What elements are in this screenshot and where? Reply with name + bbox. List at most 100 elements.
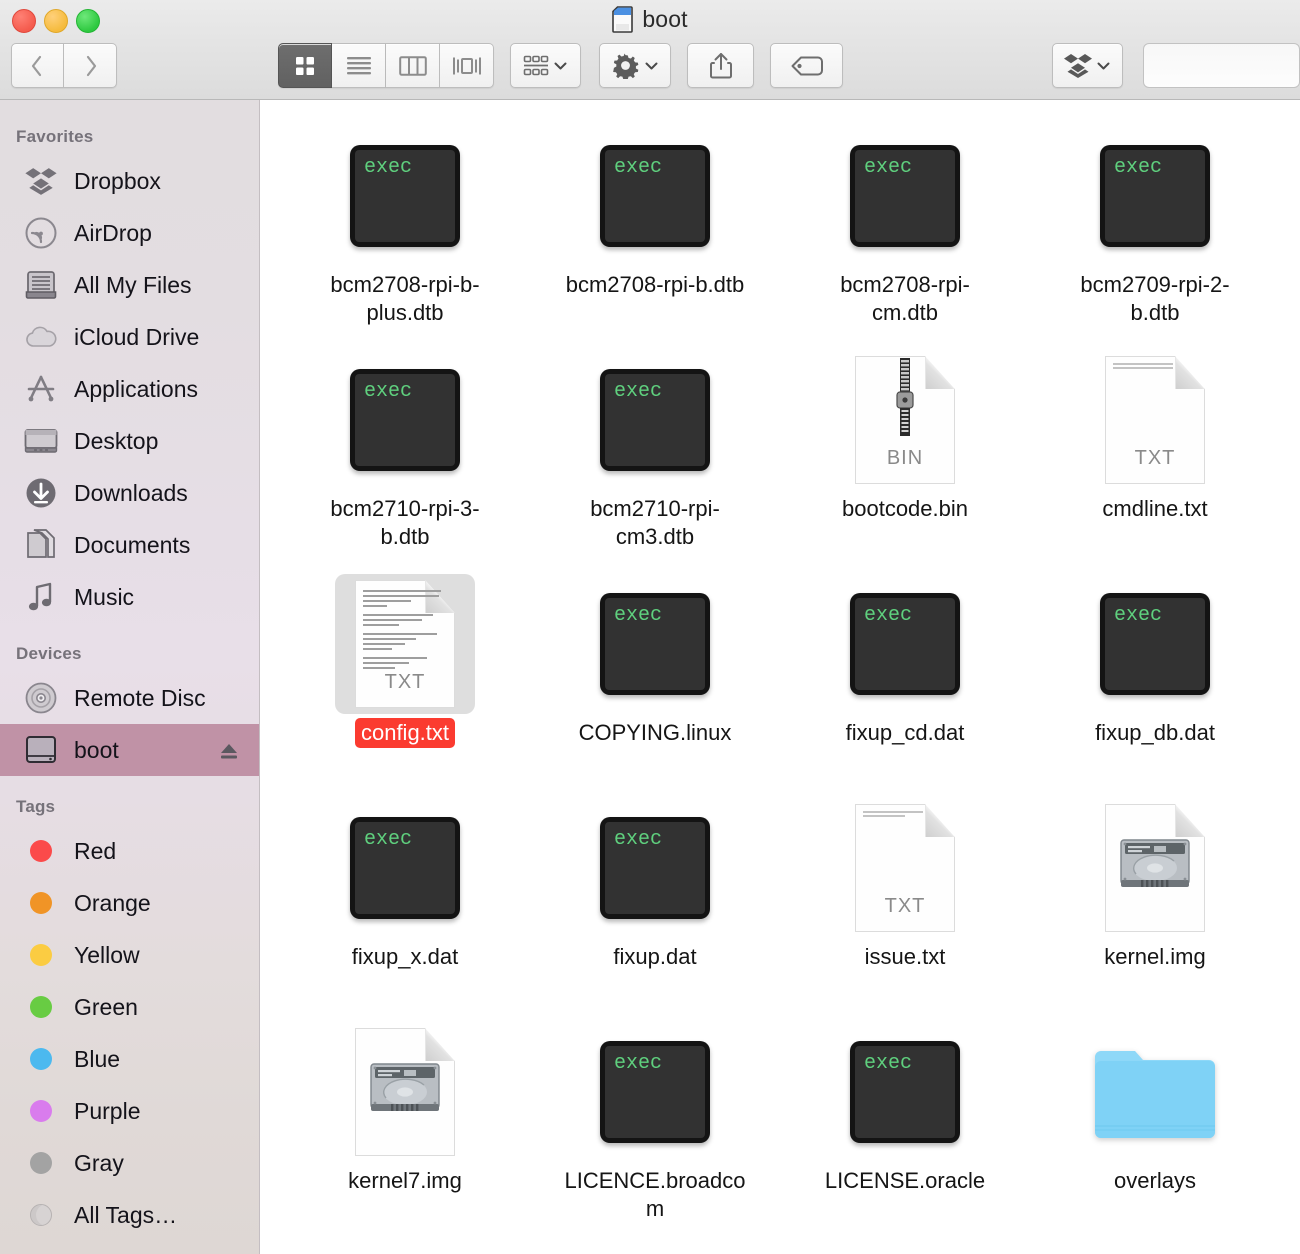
sidebar-section-favorites-title: Favorites [16,127,94,146]
sidebar-item-remote-disc[interactable]: Remote Disc [0,672,259,724]
exec-badge: exec [355,822,455,914]
file-item[interactable]: exec bcm2710-rpi-3-b.dtb [280,338,530,562]
exec-badge: exec [605,374,705,466]
documents-icon [24,528,58,562]
exec-badge: exec [355,150,455,242]
file-item[interactable]: BIN bootcode.bin [780,338,1030,562]
view-mode-column-button[interactable] [386,43,440,88]
view-mode-coverflow-button[interactable] [440,43,494,88]
exec-badge: exec [605,598,705,690]
file-item[interactable]: exec bcm2708-rpi-b.dtb [530,114,780,338]
sidebar-item-label: Remote Disc [74,684,206,711]
list-lines-icon [346,56,371,74]
disk-image-icon [355,1028,455,1156]
sidebar-item-label: Orange [74,889,151,916]
exec-icon: exec [600,145,710,247]
sidebar-item-boot[interactable]: boot [0,724,259,776]
file-item[interactable]: exec fixup_x.dat [280,786,530,1010]
exec-badge: exec [1105,598,1205,690]
window-title-text: boot [642,5,688,32]
search-input[interactable] [1142,43,1300,88]
file-name: LICENCE.broadcom [564,1168,746,1222]
sidebar-item-tag-gray[interactable]: Gray [0,1137,259,1189]
share-button[interactable] [687,43,755,88]
file-icon-wrap: exec [835,574,975,714]
file-item[interactable]: exec bcm2710-rpi-cm3.dtb [530,338,780,562]
chevron-down-icon [645,62,658,69]
file-name: bootcode.bin [842,496,968,521]
file-name: bcm2708-rpi-b-plus.dtb [330,272,480,326]
file-item[interactable]: exec bcm2708-rpi-cm.dtb [780,114,1030,338]
sidebar-item-label: Purple [74,1097,141,1124]
view-mode-icon-button[interactable] [278,43,332,88]
file-item[interactable]: overlays [1030,1010,1280,1234]
sidebar-item-tag-blue[interactable]: Blue [0,1033,259,1085]
sidebar-item-applications[interactable]: Applications [0,363,259,415]
sidebar-item-tag-yellow[interactable]: Yellow [0,929,259,981]
file-item[interactable]: exec fixup.dat [530,786,780,1010]
file-name: bcm2708-rpi-b.dtb [565,272,745,297]
file-name: bcm2708-rpi-cm.dtb [840,272,970,326]
file-item[interactable]: kernel7.img [280,1010,530,1234]
sidebar-item-icloud-drive[interactable]: iCloud Drive [0,311,259,363]
sidebar-item-all-tags[interactable]: All Tags… [0,1189,259,1241]
dropbox-icon [1064,53,1093,78]
sidebar-item-label: iCloud Drive [74,323,200,350]
file-grid-area[interactable]: exec bcm2708-rpi-b-plus.dtb exec bcm2708… [260,100,1300,1254]
sidebar-section-tags-title: Tags [16,797,56,816]
sidebar-item-tag-purple[interactable]: Purple [0,1085,259,1137]
sidebar-item-label: AirDrop [74,219,152,246]
sidebar-item-desktop[interactable]: Desktop [0,415,259,467]
sidebar-item-airdrop[interactable]: AirDrop [0,207,259,259]
edit-tags-button[interactable] [770,43,844,88]
sidebar-item-downloads[interactable]: Downloads [0,467,259,519]
arrange-button[interactable] [510,43,581,88]
sidebar-item-label: Desktop [74,427,159,454]
sidebar-item-tag-orange[interactable]: Orange [0,877,259,929]
file-item[interactable]: exec bcm2709-rpi-2-b.dtb [1030,114,1280,338]
exec-icon: exec [600,817,710,919]
forward-button[interactable] [64,43,117,88]
chevron-right-icon [86,55,96,76]
view-mode-list-button[interactable] [332,43,386,88]
action-menu-button[interactable] [598,43,672,88]
file-item[interactable]: exec LICENSE.oracle [780,1010,1030,1234]
file-item[interactable]: exec fixup_cd.dat [780,562,1030,786]
sidebar-item-label: Red [74,837,117,864]
file-icon-wrap: exec [585,350,725,490]
disk-image-icon [1105,804,1205,932]
dropbox-menu-button[interactable] [1052,43,1123,88]
file-kind-badge: BIN [886,447,924,469]
back-button[interactable] [11,43,64,88]
file-name: fixup.dat [613,944,697,969]
sidebar-item-label: Green [74,993,138,1020]
sidebar-item-tag-red[interactable]: Red [0,825,259,877]
sidebar-item-dropbox[interactable]: Dropbox [0,155,259,207]
file-name: LICENSE.oracle [824,1168,986,1193]
file-item[interactable]: TXT issue.txt [780,786,1030,1010]
hard-disk-icon [369,1058,441,1121]
exec-badge: exec [855,1046,955,1138]
file-item[interactable]: TXT config.txt [280,562,530,786]
sidebar-item-tag-green[interactable]: Green [0,981,259,1033]
file-icon-wrap: exec [835,126,975,266]
file-item[interactable]: exec fixup_db.dat [1030,562,1280,786]
file-item[interactable]: exec bcm2708-rpi-b-plus.dtb [280,114,530,338]
file-item[interactable]: TXT cmdline.txt [1030,338,1280,562]
file-item[interactable]: exec LICENCE.broadcom [530,1010,780,1234]
exec-badge: exec [355,374,455,466]
sidebar-item-label: Dropbox [74,167,161,194]
sidebar-item-documents[interactable]: Documents [0,519,259,571]
sidebar-item-all-my-files[interactable]: All My Files [0,259,259,311]
eject-icon[interactable] [219,740,239,760]
file-item[interactable]: exec COPYING.linux [530,562,780,786]
sidebar-item-label: Applications [74,375,199,402]
sidebar-item-music[interactable]: Music [0,571,259,623]
tag-dot-icon [24,1146,58,1180]
hard-disk-icon [1119,834,1191,897]
tag-dot-icon [24,886,58,920]
toolbar [0,43,1300,93]
file-icon-wrap: exec [335,350,475,490]
file-item[interactable]: kernel.img [1030,786,1280,1010]
applications-icon [24,372,58,406]
